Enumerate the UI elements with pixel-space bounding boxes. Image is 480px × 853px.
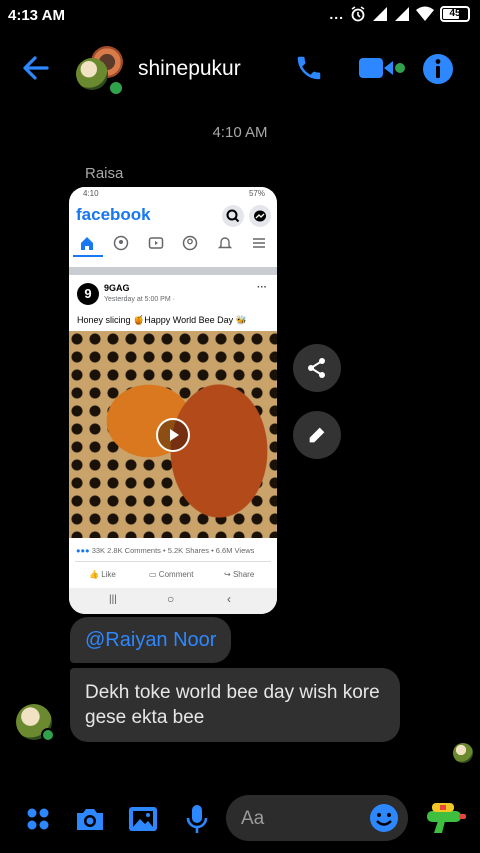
share-label: Share (232, 570, 255, 579)
fb-active-tab-indicator (73, 255, 103, 257)
comment-action: ▭ Comment (149, 570, 193, 579)
water-gun-icon[interactable] (424, 800, 468, 836)
contact-name[interactable]: shinepukur (138, 57, 241, 81)
mention-bubble[interactable]: @Raiyan Noor (70, 617, 232, 663)
fb-divider (69, 267, 277, 275)
seen-by-avatar (453, 743, 473, 763)
emoji-icon[interactable] (366, 800, 402, 836)
message-bubble[interactable]: Dekh toke world bee day wish kore gese e… (70, 668, 400, 742)
message-input-placeholder: Aa (241, 808, 265, 829)
share-action: ↪ Share (224, 570, 254, 579)
comments-count: 2.8K Comments (107, 546, 161, 555)
info-icon[interactable] (420, 51, 456, 87)
comment-label: Comment (158, 570, 194, 579)
online-status-dot (108, 80, 124, 96)
wifi-icon (416, 6, 434, 21)
facebook-logo: facebook (76, 205, 151, 224)
sender-name: Raisa (85, 165, 124, 182)
pencil-icon (309, 427, 325, 443)
signal-icon (373, 7, 387, 21)
microphone-icon[interactable] (179, 801, 215, 837)
fb-watch-icon (148, 237, 164, 249)
battery-level: 45 (449, 8, 461, 19)
post-more-icon: ··· (257, 282, 267, 293)
edit-image-button[interactable] (293, 411, 341, 459)
status-time: 4:13 AM (8, 7, 65, 24)
recent-apps-icon: ||| (109, 594, 117, 605)
home-circle-icon: ○ (167, 592, 175, 606)
post-text: Honey slicing 🍯Happy World Bee Day 🐝 (77, 315, 247, 325)
reaction-icons: ●●● (76, 546, 90, 555)
back-chevron-icon: ‹ (227, 592, 231, 606)
alarm-icon (351, 6, 365, 22)
thumbs-up-icon: 👍 (89, 570, 99, 579)
share-image-button[interactable] (293, 344, 341, 392)
play-icon (156, 418, 190, 452)
status-icons: ... 45 (329, 6, 470, 22)
9gag-logo: 9 (77, 283, 99, 305)
fb-nav-bar (69, 233, 277, 257)
notification-dots: ... (329, 6, 344, 22)
post-author: 9GAG (104, 283, 130, 293)
fb-search-icon (222, 205, 244, 227)
shares-count: 5.2K Shares (167, 546, 209, 555)
like-action: 👍 Like (89, 570, 116, 579)
video-call-icon[interactable] (356, 50, 406, 86)
reactions-count: 33K (91, 546, 106, 555)
signal-icon-2 (395, 7, 409, 21)
fb-messenger-icon (249, 205, 271, 227)
like-label: Like (101, 570, 116, 579)
comment-bubble-icon: ▭ (149, 570, 157, 579)
contact-avatar[interactable] (76, 58, 108, 90)
android-nav-bar: ||| ○ ‹ (69, 588, 277, 614)
share-icon (308, 358, 325, 378)
fb-home-icon (81, 237, 93, 250)
honeycomb-video-thumbnail (69, 331, 277, 538)
gallery-icon[interactable] (125, 801, 161, 837)
sender-online-dot (41, 728, 55, 742)
battery-icon: 45 (440, 6, 470, 22)
shared-screenshot-image[interactable]: 4:10 57% facebook 9 9GAG Yesterday at 5:… (69, 187, 277, 614)
fb-profile-icon (182, 235, 198, 251)
fb-menu-icon (253, 238, 265, 248)
phone-call-icon[interactable] (291, 50, 327, 86)
camera-icon[interactable] (72, 801, 108, 837)
post-meta: Yesterday at 5:00 PM · (104, 296, 175, 303)
screenshot-status-bar: 4:10 57% (69, 187, 277, 201)
post-stats: ●●● 33K 2.8K Comments • 5.2K Shares • 6.… (76, 546, 255, 555)
share-arrow-icon: ↪ (224, 570, 231, 579)
screenshot-battery: 57% (248, 189, 265, 198)
fb-groups-icon (113, 235, 129, 251)
more-apps-icon[interactable] (20, 801, 56, 837)
message-timestamp: 4:10 AM (212, 124, 268, 141)
stats-divider (75, 561, 271, 562)
back-arrow-icon[interactable] (18, 50, 54, 86)
views-count: 6.6M Views (215, 546, 255, 555)
fb-bell-icon (217, 237, 233, 249)
screenshot-status-time: 4:10 (83, 189, 99, 198)
